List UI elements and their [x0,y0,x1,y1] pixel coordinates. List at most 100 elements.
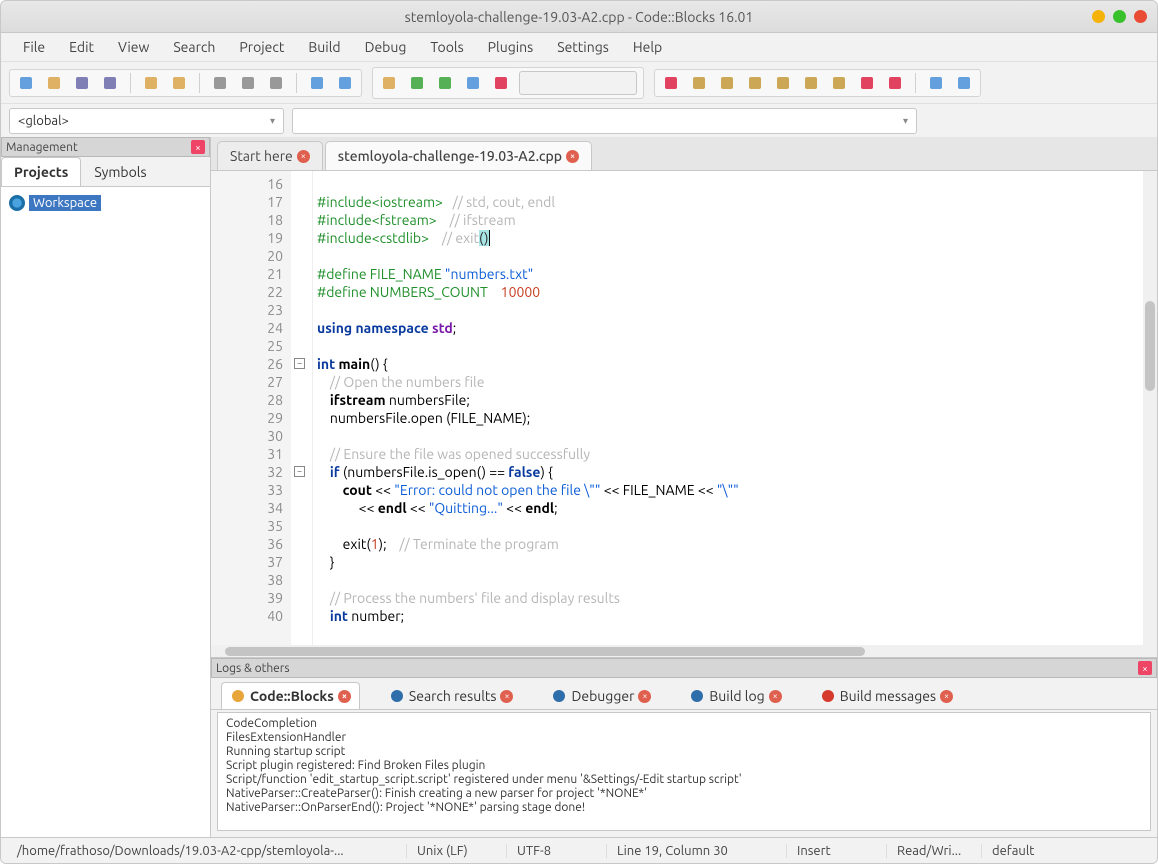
close-button[interactable] [1134,10,1147,23]
menu-file[interactable]: File [13,35,55,59]
logs-panel: Logs & others × Code::Blocks×Search resu… [211,657,1157,837]
menu-edit[interactable]: Edit [59,35,104,59]
close-icon[interactable]: × [297,150,310,163]
close-icon[interactable]: × [500,690,513,703]
status-eol: Unix (LF) [407,844,507,858]
scope-left-value: <global> [18,114,69,128]
copy-button[interactable] [238,73,258,93]
debug-run-button[interactable] [661,73,681,93]
status-readwrite: Read/Wri... [887,844,982,858]
window-title: stemloyola-challenge-19.03-A2.cpp - Code… [405,9,754,25]
logs-title: Logs & others [216,662,290,675]
menu-search[interactable]: Search [163,35,225,59]
log-line: Script plugin registered: Find Broken Fi… [226,759,1142,773]
menu-debug[interactable]: Debug [355,35,417,59]
horizontal-scrollbar[interactable] [211,645,1143,657]
close-icon[interactable]: × [940,690,953,703]
logs-body[interactable]: CodeCompletionFilesExtensionHandlerRunni… [217,712,1151,831]
management-tab-projects[interactable]: Projects [1,157,81,186]
run-button[interactable] [407,73,427,93]
fold-toggle[interactable]: − [294,466,305,477]
editor-tab[interactable]: Start here × [217,141,323,170]
logs-tab-search-results[interactable]: Search results× [380,682,523,709]
vertical-scrollbar[interactable] [1143,171,1157,657]
run-to-cursor-button[interactable] [689,73,709,93]
scope-row: <global> ▾ ▾ [1,103,1157,137]
close-icon[interactable]: × [638,690,651,703]
titlebar: stemloyola-challenge-19.03-A2.cpp - Code… [1,1,1157,33]
workspace-label: Workspace [29,195,101,211]
new-file-button[interactable] [16,73,36,93]
toolbar-row [1,61,1157,103]
next-line-button[interactable] [717,73,737,93]
step-out-button[interactable] [773,73,793,93]
open-file-button[interactable] [44,73,64,93]
main-area: Management × ProjectsSymbols Workspace S… [1,137,1157,837]
panel-close-icon[interactable]: × [1138,661,1152,675]
panel-close-icon[interactable]: × [191,140,205,154]
menubar[interactable]: FileEditViewSearchProjectBuildDebugTools… [1,33,1157,61]
menu-view[interactable]: View [108,35,159,59]
paste-button[interactable] [266,73,286,93]
window: stemloyola-challenge-19.03-A2.cpp - Code… [0,0,1158,864]
build-run-button[interactable] [435,73,455,93]
undo-button[interactable] [141,73,161,93]
menu-tools[interactable]: Tools [420,35,473,59]
management-title: Management [6,141,78,154]
management-tab-symbols[interactable]: Symbols [81,157,159,186]
menu-help[interactable]: Help [623,35,672,59]
logs-tab-debugger[interactable]: Debugger× [542,682,660,709]
debug-info-button[interactable] [954,73,974,93]
close-icon[interactable]: × [566,150,579,163]
logs-tab-build-log[interactable]: Build log× [680,682,790,709]
save-all-button[interactable] [100,73,120,93]
build-button[interactable] [379,73,399,93]
menu-project[interactable]: Project [229,35,294,59]
menu-settings[interactable]: Settings [547,35,619,59]
vertical-scroll-thumb[interactable] [1145,301,1155,391]
menu-build[interactable]: Build [298,35,350,59]
build-target-combo[interactable] [519,71,637,95]
step-into-button[interactable] [745,73,765,93]
project-tree[interactable]: Workspace [1,187,210,837]
workspace-node[interactable]: Workspace [9,195,202,211]
status-profile: default [982,844,1151,858]
stop-button[interactable] [491,73,511,93]
cut-button[interactable] [210,73,230,93]
editor-tab[interactable]: stemloyola-challenge-19.03-A2.cpp× [325,141,592,170]
close-icon[interactable]: × [338,690,351,703]
maximize-button[interactable] [1113,10,1126,23]
find-button[interactable] [307,73,327,93]
debug-windows-button[interactable] [926,73,946,93]
window-controls [1092,10,1147,23]
menu-plugins[interactable]: Plugins [478,35,544,59]
toolbar-compiler [372,67,644,99]
logs-tab-label: Code::Blocks [250,688,334,704]
next-instr-button[interactable] [801,73,821,93]
doc-icon [230,688,246,704]
horizontal-scroll-thumb[interactable] [225,647,865,656]
scope-combo-left[interactable]: <global> ▾ [9,108,284,134]
logs-tab-code-blocks[interactable]: Code::Blocks × [221,682,360,709]
redo-button[interactable] [169,73,189,93]
code-editor[interactable]: 1617181920212223242526272829303132333435… [211,171,1157,657]
logs-titlebar: Logs & others × [211,658,1157,678]
log-line: NativeParser::OnParserEnd(): Project '*N… [226,801,1142,815]
break-button[interactable] [857,73,877,93]
fold-toggle[interactable]: − [294,358,305,369]
code-content[interactable]: #include<iostream> // std, cout, endl#in… [313,171,1157,657]
fold-column[interactable]: −− [291,171,313,657]
stop-debug-button[interactable] [885,73,905,93]
save-button[interactable] [72,73,92,93]
flag-icon [820,688,836,704]
toolbar-debugger [654,69,981,97]
step-instr-button[interactable] [829,73,849,93]
minimize-button[interactable] [1092,10,1105,23]
close-icon[interactable]: × [769,690,782,703]
rebuild-button[interactable] [463,73,483,93]
scope-combo-right[interactable]: ▾ [292,108,917,134]
logs-tab-build-messages[interactable]: Build messages× [811,682,962,709]
editor-tab-label: Start here [230,148,293,164]
line-gutter: 1617181920212223242526272829303132333435… [211,171,291,657]
replace-button[interactable] [335,73,355,93]
